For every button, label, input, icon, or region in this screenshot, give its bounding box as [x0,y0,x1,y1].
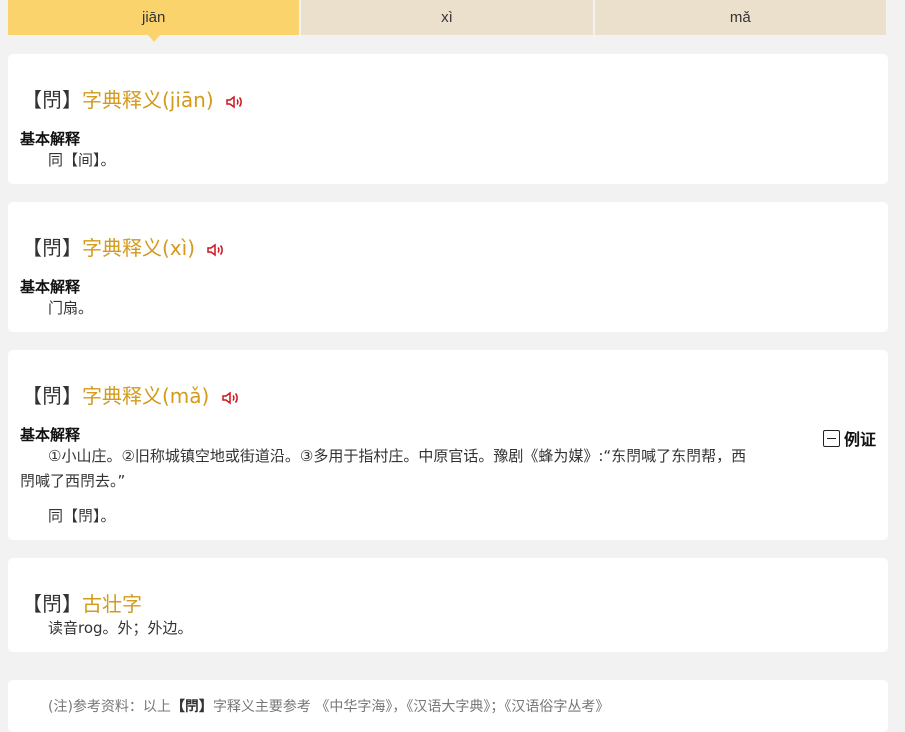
definition-text: 同【间】。 [48,151,116,169]
section-label: 基本解释 [20,278,81,296]
note-prefix: (注)参考资料：以上 [48,699,171,715]
card-heading: 【閅】字典释义(mǎ) [22,380,240,410]
definition-card-zhuang: 【閅】古壮字 读音rog。外；外边。 [8,558,888,652]
bracket-open: 【 [22,88,42,112]
section-label: 基本解释 [20,130,81,148]
tab-xi[interactable]: xì [301,0,593,35]
note-suffix: 字释义主要参考 《中华字海》，《汉语大字典》；《汉语俗字丛考》 [212,699,610,715]
card-title: 字典释义(jiān) [82,88,214,112]
speaker-icon[interactable] [226,90,244,114]
bracket-close: 】 [62,236,82,260]
bracket-open: 【 [22,236,42,260]
collapse-icon [822,429,840,447]
tab-jian[interactable]: jiān [8,0,300,42]
definition-card-jian: 【閅】字典释义(jiān) 基本解释 同【间】。 [8,54,888,184]
tab-ma[interactable]: mǎ [594,0,886,35]
card-heading: 【閅】古壮字 [22,588,142,617]
heading-char: 閅 [42,88,62,112]
speaker-icon[interactable] [207,238,225,262]
card-title: 古壮字 [82,592,142,616]
tab-label: jiān [141,9,166,26]
definition-text-2: 同【閅】。 [48,507,116,525]
tab-label: mǎ [729,9,751,26]
card-heading: 【閅】字典释义(xì) [22,232,225,262]
reference-note: (注)参考资料：以上【閅】字释义主要参考 《中华字海》，《汉语大字典》；《汉语俗… [48,696,609,716]
heading-char: 閅 [42,592,62,616]
bracket-open: 【 [22,592,42,616]
definition-line-2: 閅喊了西閅去。” [20,472,126,490]
bracket-close: 】 [62,88,82,112]
definition-card-xi: 【閅】字典释义(xì) 基本解释 门扇。 [8,202,888,332]
note-char: 【閅】 [170,699,213,715]
active-tab-caret [147,35,160,42]
card-title: 字典释义(xì) [82,236,195,260]
definition-card-ma: 【閅】字典释义(mǎ) 基本解释 例证 ①小山庄。②旧称城镇空地或街道沿。③多用… [8,350,888,540]
definition-line-1: ①小山庄。②旧称城镇空地或街道沿。③多用于指村庄。中原官话。豫剧《蜂为媒》:“东… [48,447,747,465]
collapse-example-button[interactable]: 例证 [822,426,876,450]
bracket-close: 】 [62,384,82,408]
reference-note-card: (注)参考资料：以上【閅】字释义主要参考 《中华字海》，《汉语大字典》；《汉语俗… [8,680,888,732]
bracket-close: 】 [62,592,82,616]
heading-char: 閅 [42,384,62,408]
pinyin-tabs: jiān xì mǎ [8,0,886,42]
heading-char: 閅 [42,236,62,260]
card-heading: 【閅】字典释义(jiān) [22,84,244,114]
tab-label: xì [441,9,453,26]
speaker-icon[interactable] [221,386,240,410]
definition-text: 读音rog。外；外边。 [48,619,193,637]
bracket-open: 【 [22,384,42,408]
example-label: 例证 [843,430,876,449]
section-label: 基本解释 [20,426,81,444]
definition-text: 门扇。 [48,299,94,317]
card-title: 字典释义(mǎ) [82,384,210,408]
